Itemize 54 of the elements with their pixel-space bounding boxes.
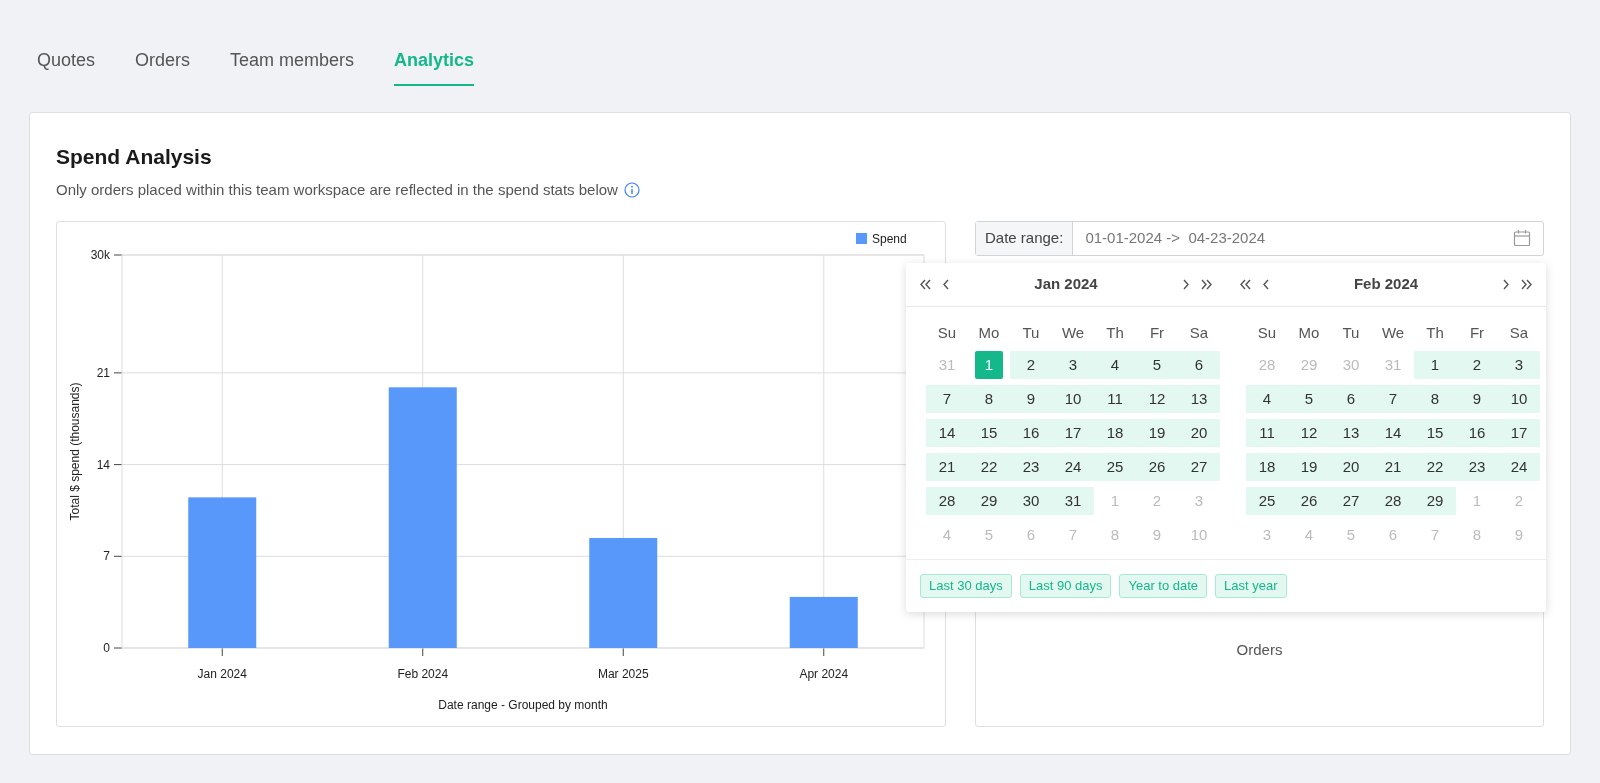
weekday-label: Sa xyxy=(1508,322,1530,343)
weekday-label: Tu xyxy=(1021,322,1041,343)
y-tick-label: 21 xyxy=(96,365,110,380)
legend-label: Spend xyxy=(872,231,907,246)
info-icon[interactable] xyxy=(623,182,640,199)
tick-mark xyxy=(113,254,123,255)
weekday-label: Th xyxy=(1105,322,1125,343)
y-tick-label: 0 xyxy=(103,640,110,655)
weekday-label: We xyxy=(1060,322,1086,343)
tab[interactable]: Orders xyxy=(135,36,191,86)
tick-mark xyxy=(113,463,123,465)
double-chevron-left-icon[interactable] xyxy=(1238,277,1253,292)
section-title: Spend Analysis xyxy=(56,144,213,170)
tick-mark xyxy=(823,647,825,656)
x-tick-label: Feb 2024 xyxy=(397,666,449,681)
x-tick-label: Jan 2024 xyxy=(197,666,247,681)
y-tick-label: 7 xyxy=(103,548,110,563)
tick-mark xyxy=(113,647,123,648)
date-range-value: 01-01-2024 -> 04-23-2024 xyxy=(1084,227,1266,248)
double-chevron-right-icon[interactable] xyxy=(1519,277,1534,292)
weekday-label: Fr xyxy=(1148,322,1166,343)
month-title: Jan 2024 xyxy=(1033,274,1099,295)
calendar-icon[interactable] xyxy=(1513,229,1531,247)
legend-swatch xyxy=(856,232,867,244)
tick-mark xyxy=(221,647,223,656)
tab[interactable]: Quotes xyxy=(37,36,96,86)
field-label: Date range: xyxy=(976,221,1074,255)
weekday-label: Mo xyxy=(977,322,1001,343)
date-range-field[interactable]: Date range: 01-01-2024 -> 04-23-2024 xyxy=(975,220,1544,256)
info-text: Only orders placed within this team workspace are reflected in the spend stats below xyxy=(56,180,618,200)
x-tick-label: Apr 2024 xyxy=(799,666,849,681)
double-chevron-left-icon[interactable] xyxy=(918,277,933,292)
tick-mark xyxy=(113,371,123,373)
x-axis-title: Date range - Grouped by month xyxy=(438,697,608,712)
x-tick-label: Mar 2025 xyxy=(597,666,649,681)
weekday-label: Fr xyxy=(1468,322,1486,343)
weekday-label: Tu xyxy=(1341,322,1361,343)
weekday-label: Su xyxy=(1256,322,1278,343)
y-tick-label: 14 xyxy=(96,457,110,472)
tick-mark xyxy=(113,555,123,557)
weekday-label: We xyxy=(1380,322,1406,343)
weekday-label: Th xyxy=(1425,322,1445,343)
card-title: Orders xyxy=(1236,640,1283,660)
weekday-label: Su xyxy=(936,322,958,343)
weekday-label: Mo xyxy=(1297,322,1321,343)
y-axis-title: Total $ spend (thousands) xyxy=(68,381,82,521)
bar xyxy=(789,596,858,648)
weekday-label: Sa xyxy=(1188,322,1210,343)
tick-mark xyxy=(622,647,624,656)
month-title: Feb 2024 xyxy=(1352,274,1420,295)
y-tick-label: 30k xyxy=(90,247,110,262)
tick-mark xyxy=(422,647,424,656)
tab[interactable]: Team members xyxy=(230,36,355,86)
double-chevron-right-icon[interactable] xyxy=(1199,277,1214,292)
